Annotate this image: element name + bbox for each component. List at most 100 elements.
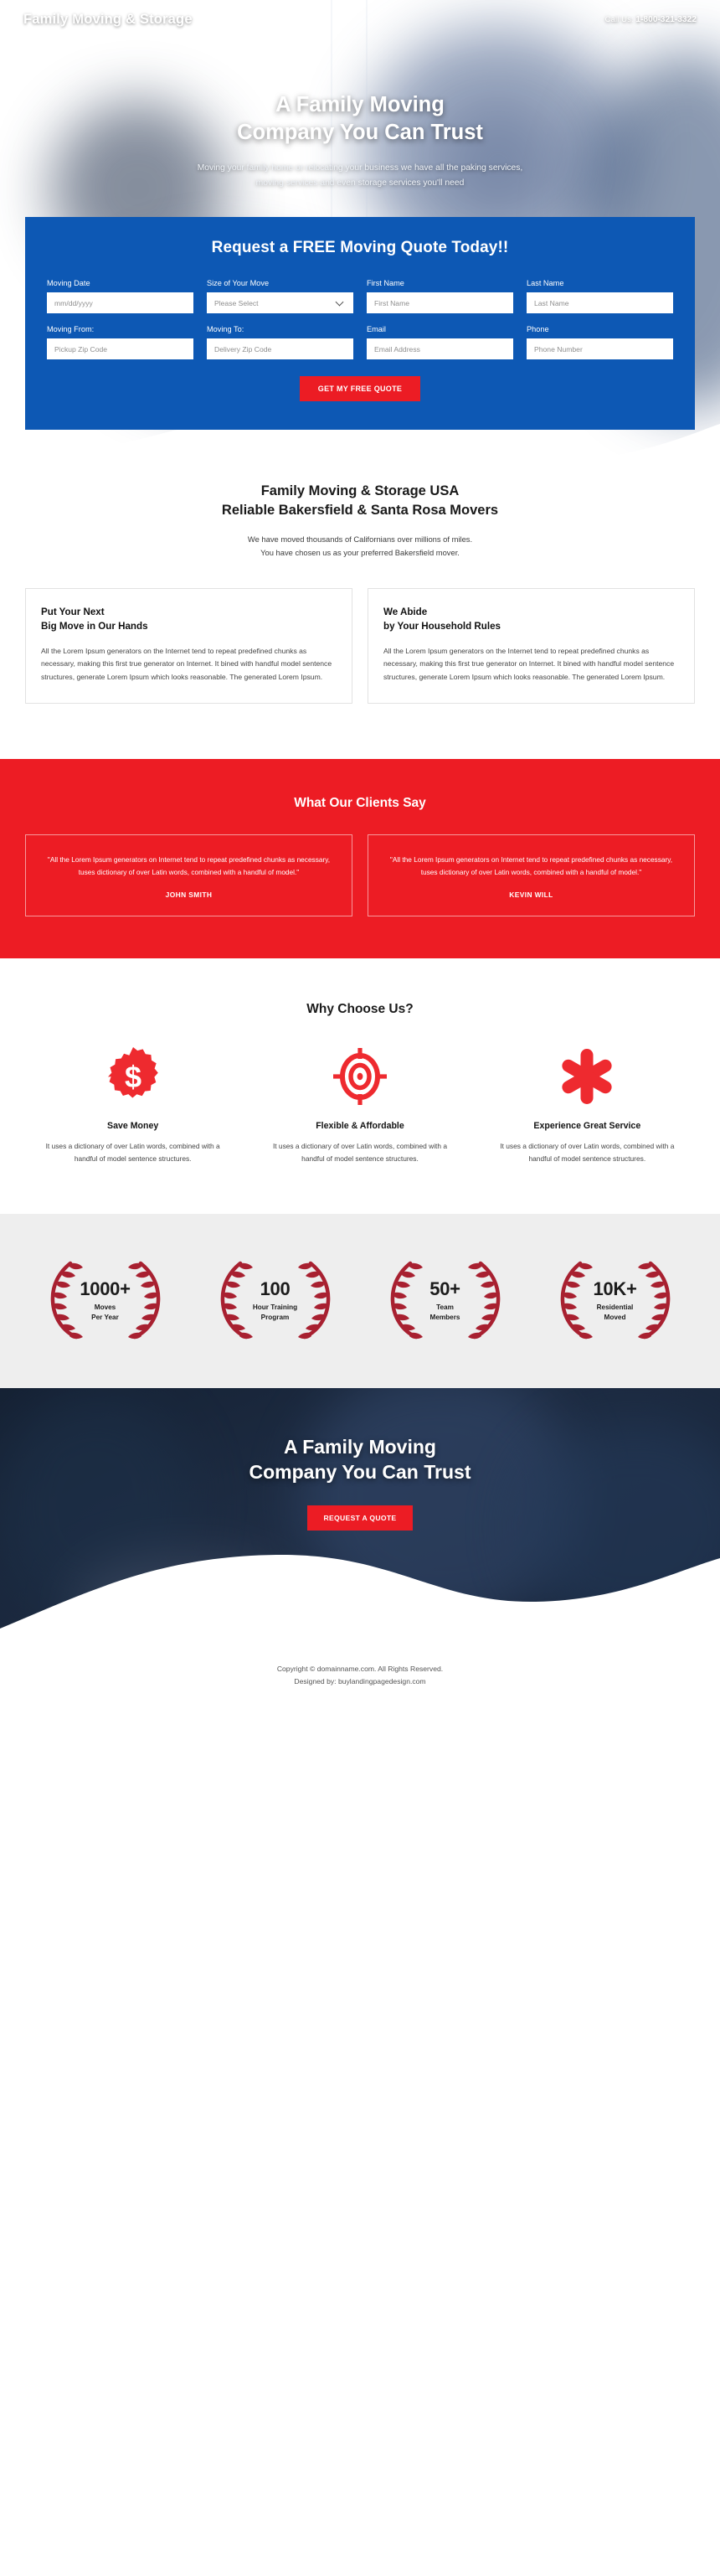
field-moving-date: Moving Date: [47, 279, 193, 313]
quote-form-row-2: Moving From: Moving To: Email Phone: [47, 325, 673, 359]
stat-number: 50+: [429, 1278, 460, 1300]
stat-label: Residential Moved: [593, 1303, 636, 1322]
info-card-title-line-2: by Your Household Rules: [383, 620, 501, 632]
label-moving-to: Moving To:: [207, 325, 244, 333]
asterisk-icon: [480, 1045, 695, 1107]
stat-number: 10K+: [593, 1278, 637, 1300]
landing-page: Family Moving & Storage Call Us: 1-800-3…: [0, 0, 720, 1711]
info-card-title-line-2: Big Move in Our Hands: [41, 620, 148, 632]
phone-input[interactable]: [527, 338, 673, 359]
testimonial-quote: "All the Lorem Ipsum generators on Inter…: [47, 854, 331, 877]
stat-item: 10K+ Residential Moved: [530, 1254, 700, 1346]
label-phone: Phone: [527, 325, 549, 333]
email-input[interactable]: [367, 338, 513, 359]
last-name-input[interactable]: [527, 292, 673, 313]
get-free-quote-button[interactable]: GET MY FREE QUOTE: [299, 376, 421, 401]
call-us-block: Call Us: 1-800-321-3322: [605, 15, 697, 24]
why-item: Flexible & Affordable It uses a dictiona…: [252, 1045, 467, 1165]
asterisk-glyph: [562, 1049, 612, 1105]
hero-subtitle: Moving your family home or relocating yo…: [92, 161, 628, 191]
field-moving-from: Moving From:: [47, 325, 193, 359]
footer-designed-by: Designed by: buylandingpagedesign.com: [294, 1677, 426, 1686]
brand-logo[interactable]: Family Moving & Storage: [23, 12, 193, 28]
info-card: Put Your Next Big Move in Our Hands All …: [25, 588, 352, 704]
why-choose-us-row: $ Save Money It uses a dictionary of ove…: [25, 1045, 695, 1165]
label-email: Email: [367, 325, 386, 333]
stat-label-line-2: Program: [260, 1313, 290, 1321]
hero-title-line-1: A Family Moving: [275, 93, 445, 116]
testimonials-title: What Our Clients Say: [294, 795, 426, 810]
stat-label: Hour Training Program: [253, 1303, 297, 1322]
dollar-badge-glyph: $: [107, 1047, 158, 1098]
size-of-move-select[interactable]: Please Select: [207, 292, 353, 313]
size-of-move-value: Please Select: [214, 298, 259, 307]
svg-text:$: $: [125, 1060, 141, 1094]
cta-title-line-1: A Family Moving: [284, 1436, 436, 1458]
footer: Copyright © domainname.com. All Rights R…: [0, 1648, 720, 1711]
info-card: We Abide by Your Household Rules All the…: [368, 588, 695, 704]
quote-form-title: Request a FREE Moving Quote Today!!: [211, 239, 509, 256]
stat-label-line-1: Hour Training: [252, 1303, 298, 1312]
stats-section: 1000+ Moves Per Year 100 Hour Training P…: [0, 1214, 720, 1389]
top-bar: Family Moving & Storage Call Us: 1-800-3…: [0, 0, 720, 28]
hero-copy: A Family Moving Company You Can Trust Mo…: [0, 91, 720, 191]
testimonials-row: "All the Lorem Ipsum generators on Inter…: [25, 834, 695, 917]
testimonial-card: "All the Lorem Ipsum generators on Inter…: [368, 834, 695, 917]
intro-subtitle: We have moved thousands of Californians …: [25, 533, 695, 560]
moving-from-input[interactable]: [47, 338, 193, 359]
testimonial-card: "All the Lorem Ipsum generators on Inter…: [25, 834, 352, 917]
stat-label: Moves Per Year: [80, 1303, 130, 1322]
why-item-body: It uses a dictionary of over Latin words…: [500, 1142, 675, 1164]
intro-cards: Put Your Next Big Move in Our Hands All …: [0, 560, 720, 704]
chevron-down-icon: [335, 297, 344, 306]
hero-subtitle-line-2: moving services and even storage service…: [255, 178, 465, 188]
label-moving-date: Moving Date: [47, 279, 90, 287]
stats-row: 1000+ Moves Per Year 100 Hour Training P…: [20, 1254, 700, 1346]
stat-content: 50+ Team Members: [429, 1280, 460, 1322]
stat-label-line-2: Moved: [604, 1313, 626, 1321]
why-choose-us-section: Why Choose Us? $ Save Money It uses a di…: [0, 958, 720, 1165]
info-card-title-line-1: We Abide: [383, 607, 428, 618]
first-name-input[interactable]: [367, 292, 513, 313]
intro-subtitle-line-2: You have chosen us as your preferred Bak…: [260, 548, 460, 558]
intro-subtitle-line-1: We have moved thousands of Californians …: [247, 534, 473, 544]
stat-item: 100 Hour Training Program: [190, 1254, 360, 1346]
why-item-title: Experience Great Service: [533, 1121, 641, 1132]
submit-wrapper: GET MY FREE QUOTE: [47, 376, 673, 401]
phone-number-link[interactable]: 1-800-321-3322: [635, 15, 697, 24]
why-item: Experience Great Service It uses a dicti…: [480, 1045, 695, 1165]
why-item: $ Save Money It uses a dictionary of ove…: [25, 1045, 240, 1165]
hero-title: A Family Moving Company You Can Trust: [92, 91, 628, 146]
why-item-body: It uses a dictionary of over Latin words…: [45, 1142, 220, 1164]
stat-content: 10K+ Residential Moved: [593, 1280, 636, 1322]
why-item-body: It uses a dictionary of over Latin words…: [272, 1142, 448, 1164]
quote-form-wrapper: Request a FREE Moving Quote Today!! Movi…: [0, 217, 720, 430]
testimonial-author: KEVIN WILL: [509, 891, 553, 900]
hero-title-line-2: Company You Can Trust: [237, 120, 483, 144]
moving-date-input[interactable]: [47, 292, 193, 313]
stat-label-line-1: Moves: [94, 1303, 116, 1312]
stat-item: 1000+ Moves Per Year: [20, 1254, 190, 1346]
field-size-of-move: Size of Your Move Please Select: [207, 279, 353, 313]
field-first-name: First Name: [367, 279, 513, 313]
target-icon: [252, 1045, 467, 1107]
label-first-name: First Name: [367, 279, 404, 287]
field-phone: Phone: [527, 325, 673, 359]
testimonial-quote: "All the Lorem Ipsum generators on Inter…: [389, 854, 673, 877]
why-item-title: Flexible & Affordable: [316, 1121, 404, 1132]
quote-form-row-1: Moving Date Size of Your Move Please Sel…: [47, 279, 673, 313]
call-us-label: Call Us:: [604, 15, 634, 24]
request-a-quote-button[interactable]: REQUEST A QUOTE: [306, 1505, 414, 1531]
stat-number: 100: [260, 1278, 291, 1300]
stat-label-line-1: Team: [436, 1303, 454, 1312]
stat-content: 100 Hour Training Program: [253, 1280, 297, 1322]
dollar-badge-icon: $: [25, 1045, 240, 1107]
bottom-cta-section: A Family Moving Company You Can Trust RE…: [0, 1388, 720, 1649]
info-card-body: All the Lorem Ipsum generators on the In…: [383, 646, 675, 682]
label-last-name: Last Name: [527, 279, 564, 287]
intro-title-line-1: Family Moving & Storage USA: [260, 483, 460, 498]
cta-wave-divider: [0, 1555, 720, 1649]
stat-label-line-1: Residential: [596, 1303, 634, 1312]
moving-to-input[interactable]: [207, 338, 353, 359]
intro-title-line-2: Reliable Bakersfield & Santa Rosa Movers: [221, 503, 499, 519]
